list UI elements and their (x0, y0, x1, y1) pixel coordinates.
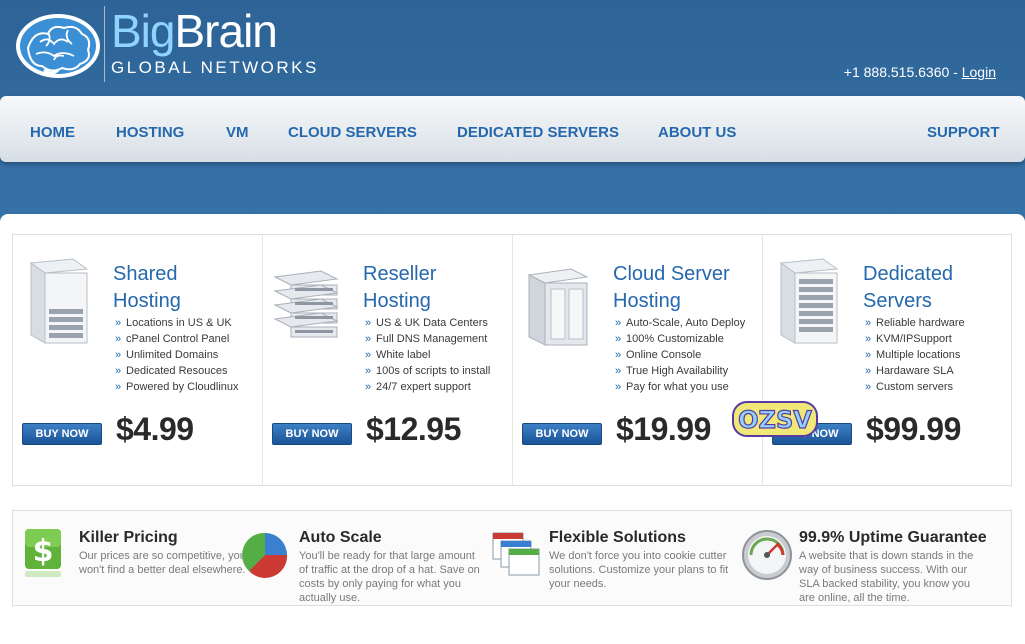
list-item: Full DNS Management (363, 331, 490, 347)
product-price: $99.99 (866, 411, 961, 447)
dollar-icon: $ (25, 529, 61, 577)
server-tower-icon (29, 258, 89, 344)
feature-text: We don't force you into cookie cutter so… (549, 550, 729, 590)
feature-text: A website that is down stands in the way… (799, 550, 974, 604)
nav-hosting[interactable]: HOSTING (116, 96, 184, 162)
feature-auto-scale: Auto Scale You'll be ready for that larg… (241, 523, 481, 604)
product-title-line2: Hosting (363, 290, 431, 312)
feature-title: Flexible Solutions (549, 529, 686, 546)
site-header: BigBrain GLOBAL NETWORKS +1 888.515.6360… (0, 0, 1025, 96)
feature-flexible-solutions: Flexible Solutions We don't force you in… (491, 523, 731, 603)
list-item: Dedicated Resouces (113, 363, 239, 379)
list-item: Pay for what you use (613, 379, 745, 395)
product-feature-list: Locations in US & UK cPanel Control Pane… (113, 315, 239, 395)
brand-wordmark[interactable]: BigBrain GLOBAL NETWORKS (104, 6, 319, 82)
login-link[interactable]: Login (962, 64, 996, 80)
feature-killer-pricing: $ Killer Pricing Our prices are so compe… (21, 523, 261, 603)
product-title-line1: Dedicated (863, 263, 954, 285)
nav-dedicated-servers[interactable]: DEDICATED SERVERS (457, 96, 619, 162)
product-card-cloud-server-hosting: Cloud Server Hosting Auto-Scale, Auto Dep… (513, 235, 763, 485)
feature-title: Killer Pricing (79, 529, 178, 546)
brand-name-part2: Brain (174, 5, 277, 57)
brand-name: BigBrain (111, 6, 319, 56)
list-item: Locations in US & UK (113, 315, 239, 331)
feature-text: You'll be ready for that large amount of… (299, 550, 480, 604)
feature-text: Our prices are so competitive, you won't… (79, 550, 246, 576)
nav-support[interactable]: SUPPORT (927, 96, 1000, 162)
product-title: Reseller Hosting (363, 261, 436, 315)
product-card-shared-hosting: Shared Hosting Locations in US & UK cPane… (13, 235, 263, 485)
nav-home[interactable]: HOME (30, 96, 75, 162)
server-stack-icon (273, 270, 339, 338)
main-content: Shared Hosting Locations in US & UK cPane… (0, 214, 1025, 644)
speedometer-icon (742, 530, 792, 580)
product-price: $19.99 (616, 411, 711, 447)
list-item: Powered by Cloudlinux (113, 379, 239, 395)
list-item: Unlimited Domains (113, 347, 239, 363)
product-title-line1: Reseller (363, 263, 437, 285)
product-card-reseller-hosting: Reseller Hosting US & UK Data Centers Ful… (263, 235, 513, 485)
server-cabinet-icon (527, 268, 589, 346)
brand-tagline: GLOBAL NETWORKS (111, 58, 319, 77)
main-nav: HOME HOSTING VM CLOUD SERVERS DEDICATED … (0, 96, 1025, 162)
sticker-badge-icon: OZSV (732, 401, 818, 437)
list-item: 24/7 expert support (363, 379, 490, 395)
list-item: Auto-Scale, Auto Deploy (613, 315, 745, 331)
brain-logo-icon[interactable] (14, 8, 102, 80)
svg-text:$: $ (33, 534, 54, 569)
product-title-line2: Servers (863, 290, 932, 312)
list-item: Custom servers (863, 379, 965, 395)
product-card-dedicated-servers: Dedicated Servers Reliable hardware KVM/I… (763, 235, 1013, 485)
list-item: 100s of scripts to install (363, 363, 490, 379)
feature-strip: $ Killer Pricing Our prices are so compe… (12, 510, 1012, 606)
product-title-line2: Hosting (613, 290, 681, 312)
phone-number: +1 888.515.6360 (843, 64, 950, 80)
list-item: US & UK Data Centers (363, 315, 490, 331)
buy-now-button[interactable]: BUY NOW (522, 423, 602, 445)
list-item: 100% Customizable (613, 331, 745, 347)
pie-chart-icon (242, 532, 288, 578)
list-item: Reliable hardware (863, 315, 965, 331)
buy-now-button[interactable]: BUY NOW (22, 423, 102, 445)
windows-stack-icon (492, 532, 540, 576)
product-title-line1: Shared (113, 263, 178, 285)
list-item: True High Availability (613, 363, 745, 379)
brand-name-part1: Big (111, 5, 175, 57)
feature-title: Auto Scale (299, 529, 382, 546)
nav-about-us[interactable]: ABOUT US (658, 96, 736, 162)
product-title-line1: Cloud Server (613, 263, 730, 285)
product-title: Dedicated Servers (863, 261, 953, 315)
product-grid: Shared Hosting Locations in US & UK cPane… (12, 234, 1012, 486)
list-item: Hardaware SLA (863, 363, 965, 379)
contact-separator: - (949, 64, 962, 80)
buy-now-button[interactable]: BUY NOW (272, 423, 352, 445)
list-item: White label (363, 347, 490, 363)
list-item: Multiple locations (863, 347, 965, 363)
product-title: Shared Hosting (113, 261, 181, 315)
server-tower-icon (779, 258, 839, 344)
product-title: Cloud Server Hosting (613, 261, 730, 315)
product-feature-list: Auto-Scale, Auto Deploy 100% Customizabl… (613, 315, 745, 395)
nav-vm[interactable]: VM (226, 96, 249, 162)
product-title-line2: Hosting (113, 290, 181, 312)
product-feature-list: Reliable hardware KVM/IPSupport Multiple… (863, 315, 965, 395)
nav-cloud-servers[interactable]: CLOUD SERVERS (288, 96, 417, 162)
feature-uptime-guarantee: 99.9% Uptime Guarantee A website that is… (741, 523, 987, 604)
list-item: Online Console (613, 347, 745, 363)
contact-info: +1 888.515.6360 - Login (844, 64, 996, 80)
feature-title: 99.9% Uptime Guarantee (799, 529, 987, 546)
product-price: $4.99 (116, 411, 194, 447)
product-price: $12.95 (366, 411, 461, 447)
sticker-text: OZSV (738, 406, 812, 434)
list-item: KVM/IPSupport (863, 331, 965, 347)
list-item: cPanel Control Panel (113, 331, 239, 347)
product-feature-list: US & UK Data Centers Full DNS Management… (363, 315, 490, 395)
